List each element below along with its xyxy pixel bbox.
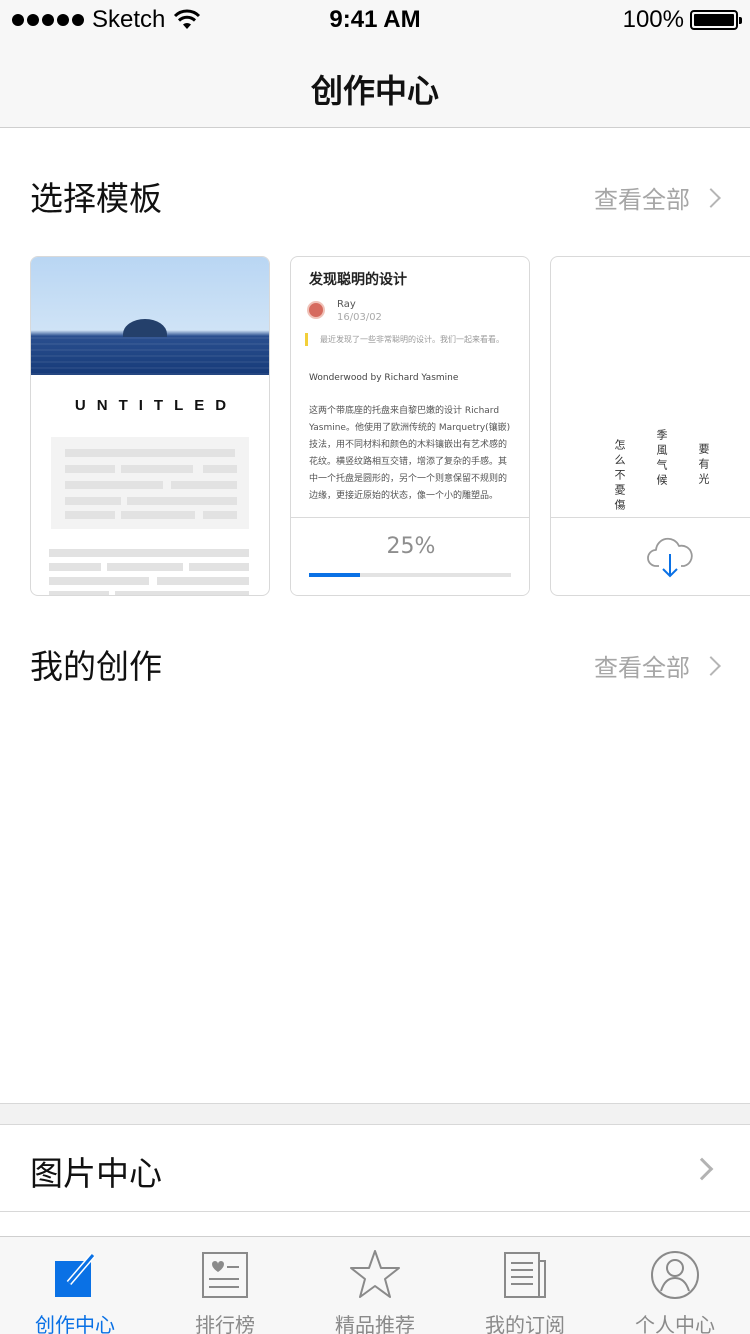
tab-label: 精品推荐 bbox=[335, 1313, 415, 1334]
placeholder-line bbox=[49, 591, 109, 595]
templates-see-all-button[interactable]: 查看全部 bbox=[594, 180, 721, 215]
article-author: Ray bbox=[337, 299, 356, 310]
picture-center-row[interactable]: 图片中心 bbox=[0, 1124, 750, 1212]
tab-subscriptions[interactable]: 我的订阅 bbox=[450, 1237, 600, 1334]
star-icon bbox=[350, 1250, 400, 1298]
navigation-bar: 创作中心 bbox=[0, 40, 750, 128]
battery-percent: 100% bbox=[622, 6, 684, 33]
tab-featured[interactable]: 精品推荐 bbox=[300, 1237, 450, 1334]
see-all-label: 查看全部 bbox=[594, 654, 690, 682]
see-all-label: 查看全部 bbox=[594, 186, 690, 214]
templates-section-title: 选择模板 bbox=[30, 179, 162, 218]
article-quote: 最近发现了一些非常聪明的设计。我们一起来看看。 bbox=[305, 333, 511, 346]
poem-column: 季風气候 bbox=[655, 429, 668, 489]
avatar bbox=[307, 301, 325, 319]
tab-label: 个人中心 bbox=[635, 1313, 715, 1334]
ocean-island-image bbox=[31, 257, 269, 375]
newspaper-icon bbox=[504, 1252, 546, 1298]
template-heading: UNTITLED bbox=[74, 397, 238, 414]
picture-center-label: 图片中心 bbox=[30, 1154, 162, 1193]
status-bar: Sketch 9:41 AM 100% bbox=[0, 0, 750, 40]
placeholder-line bbox=[189, 563, 249, 571]
ranking-list-icon bbox=[202, 1252, 248, 1298]
battery-icon bbox=[690, 10, 742, 30]
status-right: 100% bbox=[622, 6, 742, 34]
section-gap bbox=[0, 1104, 750, 1124]
templates-section-header: 选择模板 查看全部 bbox=[0, 164, 750, 224]
template-card-article[interactable]: 发现聪明的设计 Ray 16/03/02 最近发现了一些非常聪明的设计。我们一起… bbox=[290, 256, 530, 596]
placeholder-line bbox=[157, 577, 249, 585]
chevron-right-icon bbox=[690, 1157, 714, 1181]
template-card-untitled[interactable]: UNTITLED bbox=[30, 256, 270, 596]
tab-label: 创作中心 bbox=[35, 1313, 115, 1334]
my-works-section-header: 我的创作 查看全部 bbox=[0, 632, 750, 692]
tab-label: 我的订阅 bbox=[485, 1313, 565, 1334]
placeholder-text-block bbox=[51, 437, 249, 529]
chevron-right-icon bbox=[701, 655, 721, 676]
download-area bbox=[551, 517, 750, 595]
tab-bar: 创作中心 排行榜 精品推荐 我的订阅 个人中心 bbox=[0, 1236, 750, 1334]
placeholder-line bbox=[115, 591, 249, 595]
placeholder-line bbox=[49, 563, 101, 571]
user-icon bbox=[651, 1251, 699, 1299]
pencil-square-icon bbox=[55, 1253, 96, 1297]
template-card-poem[interactable]: 怎么不憂傷 季風气候 要有光 bbox=[550, 256, 750, 596]
tab-profile[interactable]: 个人中心 bbox=[600, 1237, 750, 1334]
cloud-download-icon[interactable] bbox=[647, 534, 693, 580]
my-works-see-all-button[interactable]: 查看全部 bbox=[594, 648, 721, 683]
article-title: 发现聪明的设计 bbox=[309, 272, 407, 288]
poem-columns: 怎么不憂傷 季風气候 要有光 bbox=[611, 429, 750, 514]
article-subtitle: Wonderwood by Richard Yasmine bbox=[309, 373, 459, 383]
placeholder-line bbox=[107, 563, 183, 571]
progress-percent: 25% bbox=[386, 534, 436, 559]
progress-bar bbox=[309, 573, 511, 577]
article-date: 16/03/02 bbox=[337, 312, 382, 323]
poem-column: 要有光 bbox=[697, 443, 710, 488]
placeholder-line bbox=[49, 577, 149, 585]
page-title: 创作中心 bbox=[310, 72, 439, 110]
tab-label: 排行榜 bbox=[195, 1313, 255, 1334]
poem-column: 怎么不憂傷 bbox=[613, 439, 626, 514]
chevron-right-icon bbox=[701, 187, 721, 208]
article-body: 这两个带底座的托盘来自黎巴嫩的设计 Richard Yasmine。他使用了欧洲… bbox=[309, 406, 511, 501]
tab-creation-center[interactable]: 创作中心 bbox=[0, 1237, 150, 1334]
download-progress: 25% bbox=[291, 517, 529, 595]
placeholder-line bbox=[49, 549, 249, 557]
tab-ranking[interactable]: 排行榜 bbox=[150, 1237, 300, 1334]
my-works-section-title: 我的创作 bbox=[30, 647, 162, 686]
progress-bar-fill bbox=[309, 573, 360, 577]
